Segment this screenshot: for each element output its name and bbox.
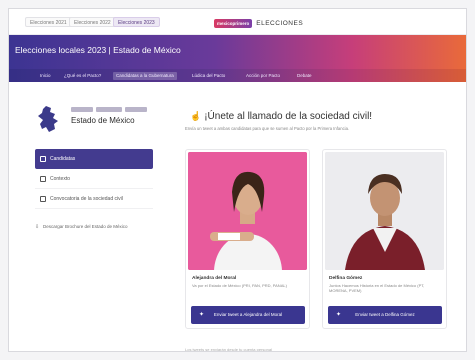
partner-logos	[71, 107, 151, 113]
tweet-button-label: Enviar tweet a Alejandra del Moral	[213, 312, 283, 317]
state-map-icon	[38, 106, 58, 132]
nav-item-candidatas[interactable]: Candidatas a la Gubernatura	[113, 72, 177, 80]
candidate-card: Alejandra del Moral Va por el Estado de …	[185, 149, 310, 329]
main-subtitle: Envía un tweet a ambas candidatas para q…	[185, 126, 350, 131]
candidate-name: Alejandra del Moral	[192, 276, 237, 281]
nav-item-pacto[interactable]: ¿Qué es el Pacto?	[61, 72, 104, 80]
header-banner: Elecciones locales 2023 | Estado de Méxi…	[9, 35, 466, 69]
year-tab-2023[interactable]: Elecciones 2023	[113, 17, 160, 27]
year-tab-2022[interactable]: Elecciones 2022	[69, 17, 116, 27]
twitter-icon: ✦	[336, 312, 342, 318]
megaphone-icon: ☝	[190, 111, 202, 121]
brand[interactable]: mexicoprimero ELECCIONES	[214, 17, 303, 29]
state-name: Estado de México	[71, 116, 135, 125]
footer-note: Los tweets se enviarán desde tu cuenta p…	[185, 347, 272, 352]
nav-item-debate[interactable]: Debate	[294, 72, 315, 80]
browser-frame: Elecciones 2021 Elecciones 2022 Eleccion…	[8, 8, 467, 352]
twitter-icon: ✦	[199, 312, 205, 318]
nav-item-inicio[interactable]: Inicio	[37, 72, 54, 80]
people-icon	[40, 156, 46, 162]
sidebar-item-candidatas[interactable]: Candidatas	[35, 149, 153, 169]
brand-logo: mexicoprimero	[214, 18, 253, 28]
candidate-portrait-illustration	[325, 152, 444, 270]
candidate-coalition: Juntos Hacemos Historia en el Estado de …	[329, 283, 425, 293]
download-label: Descargar Brochure del Estado de México	[43, 224, 128, 229]
page-title: Elecciones locales 2023 | Estado de Méxi…	[15, 45, 181, 55]
download-icon: ⇩	[35, 224, 40, 230]
nav-item-accion[interactable]: Acción por Pacto	[243, 72, 283, 80]
tweet-button[interactable]: ✦ Enviar tweet a Delfina Gómez	[328, 306, 442, 324]
candidate-coalition: Va por el Estado de México (PRI, PAN, PR…	[192, 283, 287, 288]
download-brochure-link[interactable]: ⇩ Descargar Brochure del Estado de Méxic…	[35, 224, 160, 230]
sidebar-item-label: Convocatoria de la sociedad civil	[50, 196, 123, 202]
sidebar-item-convocatoria[interactable]: Convocatoria de la sociedad civil	[35, 189, 153, 209]
nav-item-ludica[interactable]: Lúdica del Pacto	[189, 72, 228, 80]
candidate-portrait-illustration	[188, 152, 307, 270]
state-logo: Estado de México	[37, 105, 152, 135]
year-tab-2021[interactable]: Elecciones 2021	[25, 17, 72, 27]
brand-name: ELECCIONES	[256, 19, 304, 27]
document-icon	[40, 176, 46, 182]
candidate-card: Delfina Gómez Juntos Hacemos Historia en…	[322, 149, 447, 329]
candidate-photo	[325, 152, 444, 270]
sidebar-item-label: Candidatas	[50, 156, 76, 162]
main-title-text: ¡Únete al llamado de la sociedad civil!	[204, 111, 373, 122]
candidate-photo	[188, 152, 307, 270]
tweet-button-label: Enviar tweet a Delfina Gómez	[355, 312, 415, 317]
main-title: ☝ ¡Únete al llamado de la sociedad civil!	[190, 111, 372, 122]
candidate-name: Delfina Gómez	[329, 276, 363, 281]
sidebar-menu: Candidatas Contexto Convocatoria de la s…	[35, 149, 153, 209]
sidebar-item-label: Contexto	[50, 176, 71, 182]
sidebar-item-contexto[interactable]: Contexto	[35, 169, 153, 189]
tweet-button[interactable]: ✦ Enviar tweet a Alejandra del Moral	[191, 306, 305, 324]
megaphone-icon	[40, 196, 46, 202]
top-bar: Elecciones 2021 Elecciones 2022 Eleccion…	[9, 9, 466, 35]
main-nav: Inicio ¿Qué es el Pacto? Candidatas a la…	[9, 69, 466, 82]
